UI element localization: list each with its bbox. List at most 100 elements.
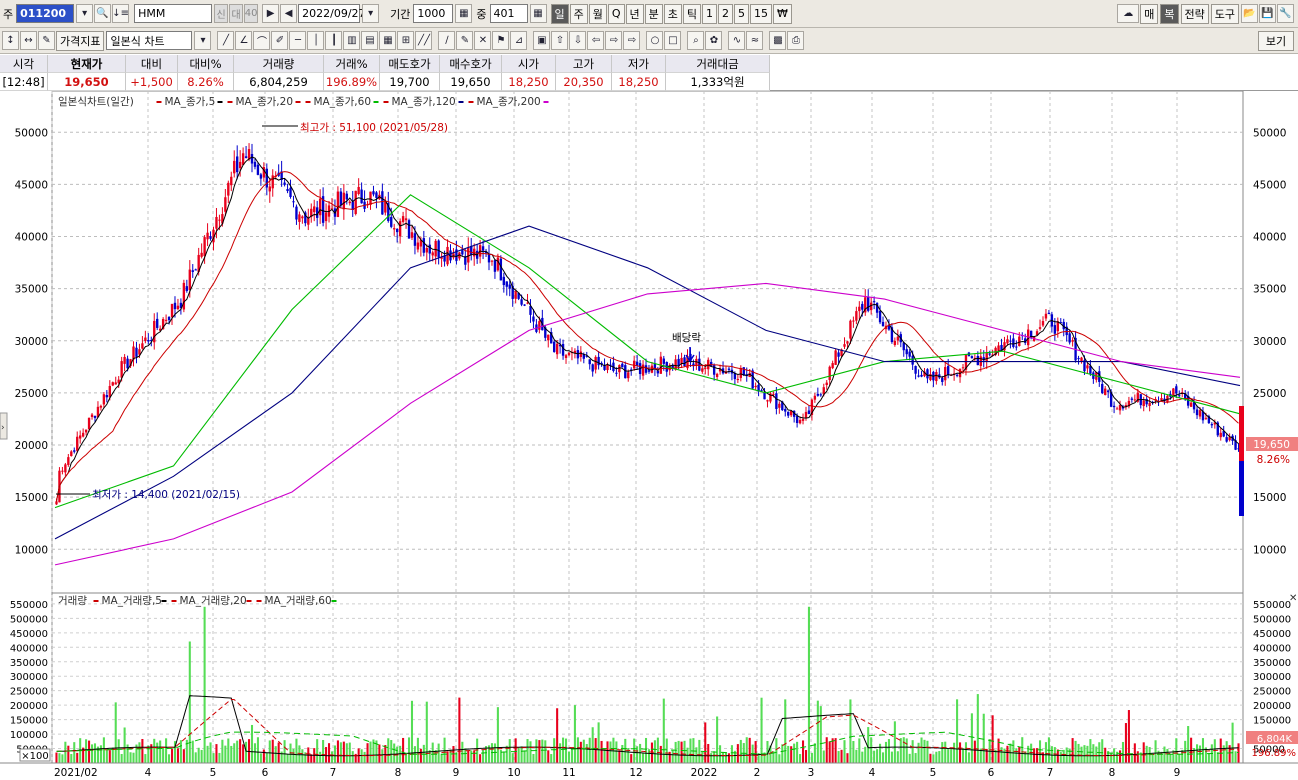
search-icon[interactable]: 🔍 <box>94 4 112 23</box>
tag-40[interactable]: 40 <box>244 4 259 23</box>
draw-tool-16-icon[interactable]: ⊿ <box>510 31 528 50</box>
draw-tool-9-icon[interactable]: ▦ <box>379 31 397 50</box>
dropdown-icon[interactable]: ▾ <box>76 4 94 23</box>
draw-tool-6-icon[interactable]: ┃ <box>325 31 343 50</box>
open-folder-icon[interactable]: 📂 <box>1241 4 1258 23</box>
draw-tool-23-icon[interactable]: ○ <box>646 31 664 50</box>
draw-tool-0-icon[interactable]: ╱ <box>217 31 235 50</box>
draw-tool-10-icon[interactable]: ⊞ <box>397 31 415 50</box>
annotation-low: 최저가 : 14,400 (2021/02/15) <box>92 489 240 501</box>
draw-tool-8-icon[interactable]: ▤ <box>361 31 379 50</box>
current-volume-tag: 6,804K <box>1257 734 1293 745</box>
draw-tool-4-icon[interactable]: ─ <box>289 31 307 50</box>
stock-name-field[interactable]: HMM <box>134 4 213 23</box>
period-7[interactable]: 틱 <box>682 3 702 24</box>
period-4[interactable]: 년 <box>625 3 644 24</box>
middle-grid-icon[interactable]: ▦ <box>529 4 547 23</box>
volume-legend-item: MA_거래량,20 <box>180 595 247 607</box>
volume-bar <box>582 739 585 763</box>
draw-tool-24-icon[interactable]: □ <box>664 31 682 50</box>
volume-bar <box>532 754 535 763</box>
draw-tool-27-icon[interactable]: ∿ <box>728 31 746 50</box>
volume-bar <box>523 750 526 763</box>
view-button[interactable]: 보기 <box>1258 30 1294 51</box>
candle-body <box>78 435 82 439</box>
strategy-button[interactable]: 전략 <box>1180 3 1209 24</box>
save-icon[interactable]: 💾 <box>1259 4 1276 23</box>
tag-new[interactable]: 신 <box>214 4 229 23</box>
volume-bar <box>544 740 547 763</box>
draw-tool-1-icon[interactable]: ∠ <box>235 31 253 50</box>
period-9[interactable]: 2 <box>718 3 734 24</box>
period-11[interactable]: 15 <box>750 3 773 24</box>
complex-button[interactable]: 복 <box>1160 3 1179 24</box>
draw-tool-3-icon[interactable]: ✐ <box>271 31 289 50</box>
volume-bar <box>1175 738 1178 763</box>
stock-code-input[interactable]: 011200 <box>16 4 75 23</box>
volume-bar <box>117 739 120 763</box>
draw-tool-7-icon[interactable]: ▥ <box>343 31 361 50</box>
period-12[interactable]: ₩ <box>773 3 792 24</box>
draw-tool-15-icon[interactable]: ⚑ <box>492 31 510 50</box>
volume-bar <box>976 694 979 763</box>
price-indicator-button[interactable]: 가격지표 <box>56 30 105 51</box>
volume-bar <box>1003 748 1006 763</box>
price-legend-item: MA_종가,5 <box>165 96 216 108</box>
volume-bar <box>959 742 962 763</box>
draw-tool-11-icon[interactable]: ╱╱ <box>415 31 433 50</box>
price-y-tick-left: 40000 <box>15 232 48 244</box>
draw-tool-20-icon[interactable]: ⇦ <box>587 31 605 50</box>
period-2[interactable]: 월 <box>588 3 607 24</box>
arrow-leftright-icon[interactable]: ↔ <box>20 31 37 50</box>
draw-tool-29-icon[interactable]: ▩ <box>769 31 787 50</box>
tools-button[interactable]: 도구 <box>1210 3 1239 24</box>
period-5[interactable]: 분 <box>644 3 663 24</box>
draw-tool-14-icon[interactable]: ✕ <box>474 31 492 50</box>
volume-bar <box>810 752 813 763</box>
quote-header-5: 거래% <box>324 55 380 73</box>
tag-credit[interactable]: 대 <box>229 4 244 23</box>
buy-button[interactable]: 매 <box>1140 3 1159 24</box>
middle-input[interactable]: 401 <box>489 4 528 23</box>
draw-tool-19-icon[interactable]: ⇩ <box>569 31 587 50</box>
period-3[interactable]: Q <box>607 3 625 24</box>
draw-tool-25-icon[interactable]: ⌕ <box>687 31 705 50</box>
draw-tool-18-icon[interactable]: ⇧ <box>551 31 569 50</box>
quote-header-6: 매도호가 <box>380 55 440 73</box>
draw-tool-21-icon[interactable]: ⇨ <box>605 31 623 50</box>
volume-bar <box>129 752 132 763</box>
draw-tool-13-icon[interactable]: ✎ <box>456 31 474 50</box>
period-grid-icon[interactable]: ▦ <box>455 4 473 23</box>
draw-tool-17-icon[interactable]: ▣ <box>533 31 551 50</box>
period-8[interactable]: 1 <box>702 3 718 24</box>
volume-bar <box>671 749 674 763</box>
date-input[interactable]: 2022/09/27 <box>298 4 366 23</box>
period-input[interactable]: 1000 <box>413 4 454 23</box>
wrench-icon[interactable]: 🔧 <box>1277 4 1294 23</box>
stock-chart[interactable]: 50000 5000045000 4500040000 4000035000 35000… <box>0 91 1298 780</box>
volume-bar <box>914 753 917 763</box>
draw-tool-22-icon[interactable]: ⇨ <box>623 31 641 50</box>
draw-tool-5-icon[interactable]: │ <box>307 31 325 50</box>
period-6[interactable]: 초 <box>663 3 682 24</box>
play-icon[interactable]: ▶ <box>262 4 280 23</box>
draw-tool-26-icon[interactable]: ✿ <box>705 31 723 50</box>
draw-tool-30-icon[interactable]: ⎙ <box>787 31 805 50</box>
chart-type-select[interactable]: 일본식 차트 <box>106 31 193 50</box>
date-dropdown-icon[interactable]: ▾ <box>362 4 380 23</box>
cloud-icon[interactable]: ☁ <box>1117 4 1140 23</box>
sort-icon[interactable]: ↓≡ <box>112 4 130 23</box>
period-1[interactable]: 주 <box>569 3 588 24</box>
volume-bar <box>781 744 784 763</box>
arrow-updown-icon[interactable]: ↕ <box>2 31 19 50</box>
edit-icon[interactable]: ✎ <box>38 31 55 50</box>
draw-tool-28-icon[interactable]: ≈ <box>746 31 764 50</box>
candle-body <box>191 270 194 272</box>
draw-tool-2-icon[interactable]: ⌒ <box>253 31 271 50</box>
candle-body <box>292 201 295 203</box>
period-0[interactable]: 일 <box>550 3 569 24</box>
period-10[interactable]: 5 <box>734 3 750 24</box>
back-icon[interactable]: ◀ <box>280 4 298 23</box>
draw-tool-12-icon[interactable]: ∕ <box>438 31 456 50</box>
chart-type-dropdown-icon[interactable]: ▾ <box>194 31 212 50</box>
